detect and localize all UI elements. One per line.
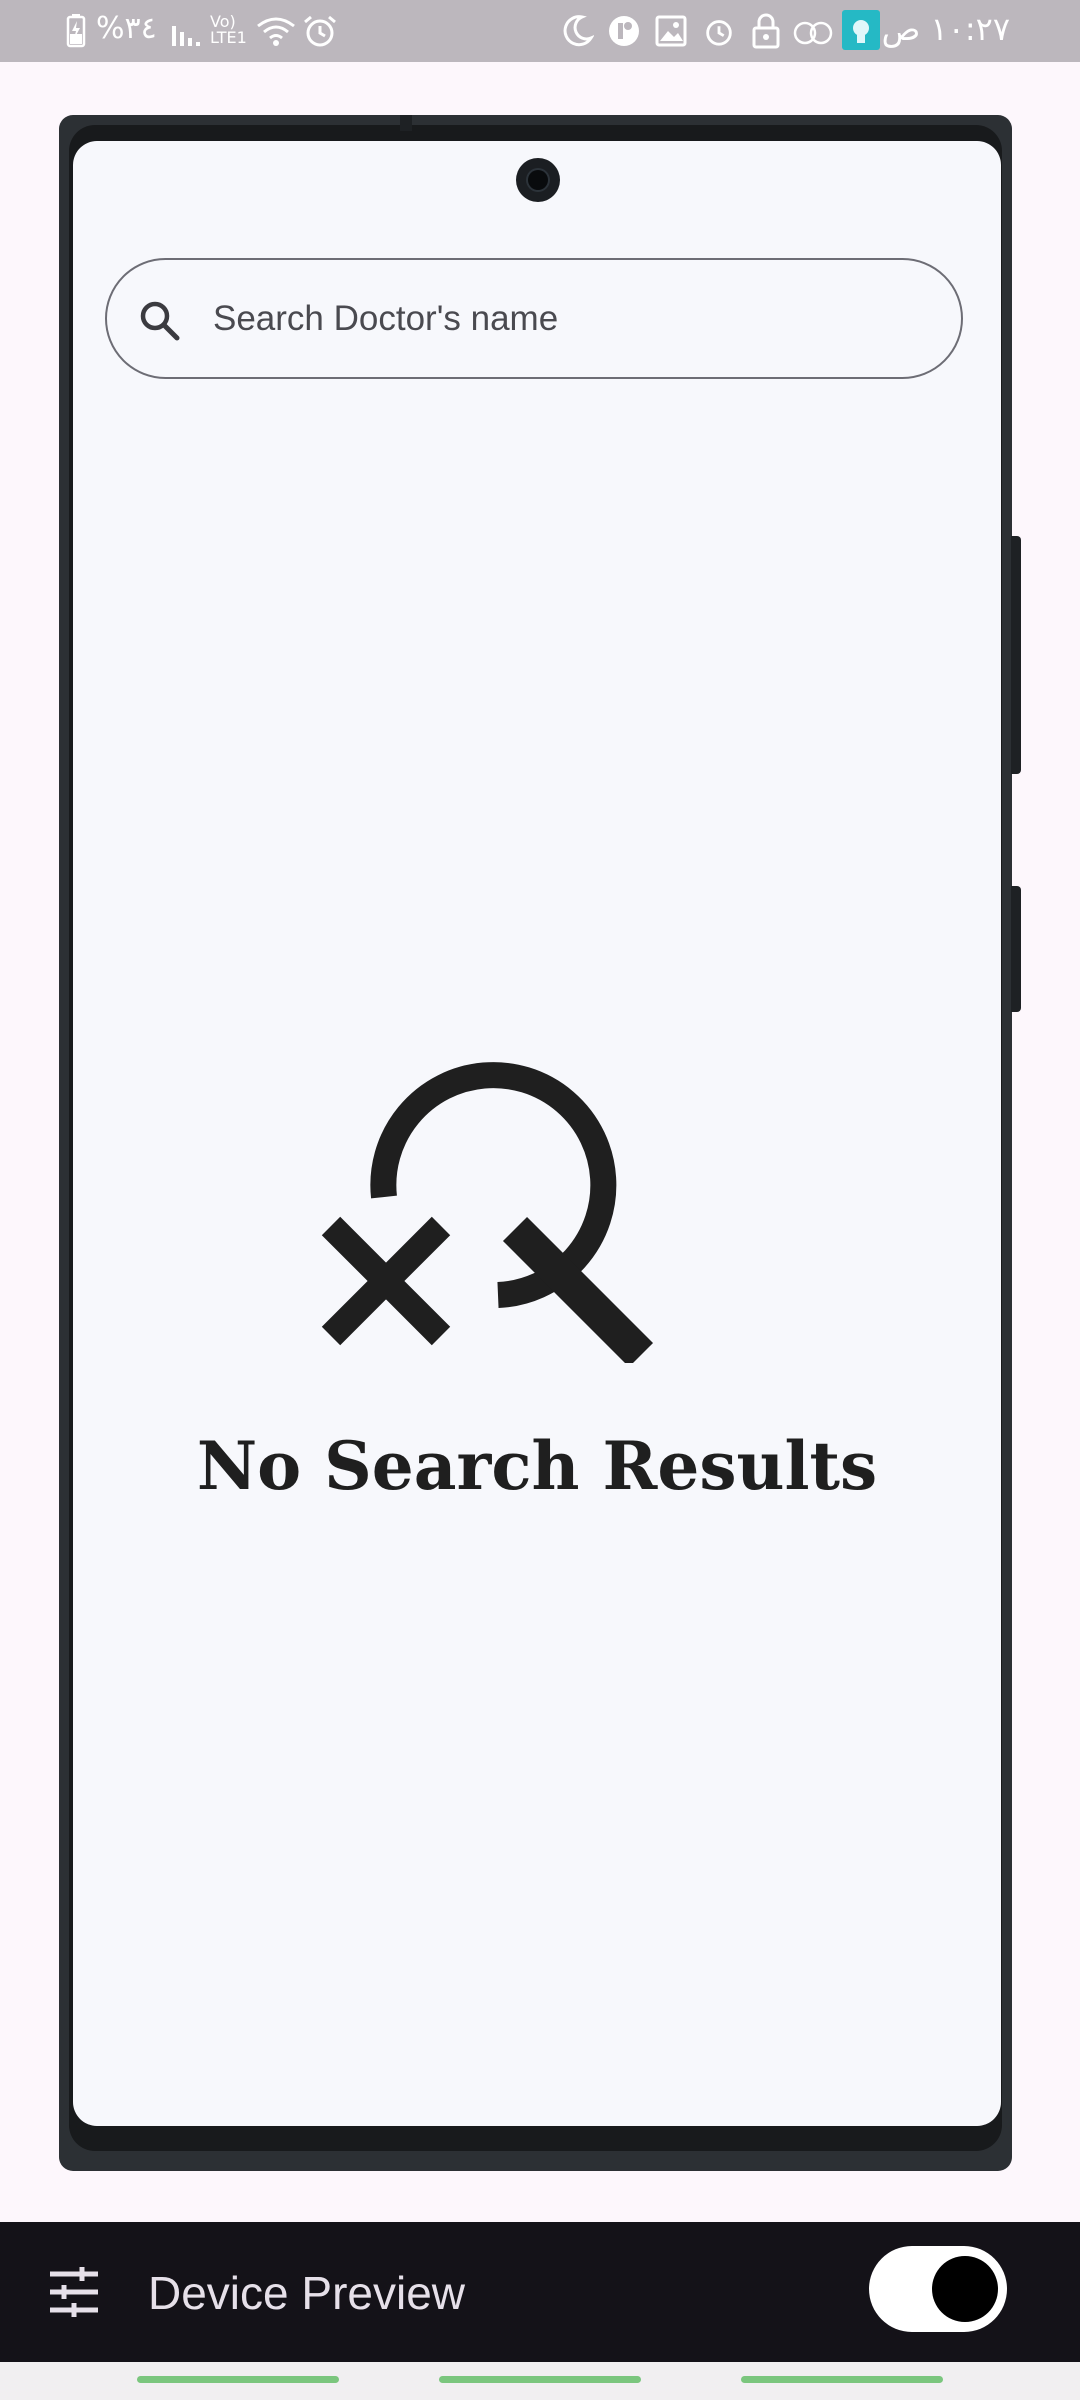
- search-field[interactable]: [105, 258, 963, 379]
- battery-icon: [66, 14, 86, 48]
- signal-icon: [172, 26, 200, 46]
- nav-pill-center[interactable]: [439, 2376, 641, 2383]
- status-time: ١٠:٢٧ ص: [881, 10, 1010, 48]
- lock-icon: [752, 13, 780, 49]
- search-icon: [140, 301, 180, 341]
- app-icon: [609, 16, 639, 46]
- device-preview-toggle[interactable]: [869, 2246, 1007, 2332]
- tune-icon[interactable]: [46, 2264, 102, 2320]
- image-icon: [655, 15, 687, 47]
- alarm-icon: [706, 20, 732, 46]
- moon-icon: [563, 15, 594, 47]
- search-input[interactable]: [213, 260, 933, 377]
- device-volume-button: [1011, 886, 1021, 1012]
- empty-state-title: No Search Results: [196, 1427, 878, 1505]
- app-badge-icon: [842, 10, 880, 50]
- device-preview-title: Device Preview: [148, 2267, 465, 2319]
- network-label: Vo) LTE1: [210, 12, 247, 47]
- battery-percent: %٣٤: [96, 11, 157, 46]
- app-root: %٣٤ Vo) LTE1 ١٠:٢٧ ص Search Doctor's nam…: [0, 0, 1080, 2400]
- navigation-bar: [0, 2362, 1080, 2400]
- toggle-knob: [932, 2256, 998, 2322]
- nav-pill-left[interactable]: [137, 2376, 339, 2383]
- data-saver-icon: [793, 21, 833, 45]
- status-bar: %٣٤ Vo) LTE1 ١٠:٢٧ ص: [0, 0, 1080, 62]
- search-off-icon: [321, 1062, 654, 1363]
- camera-hole: [516, 158, 560, 202]
- device-screen: No Search Results: [73, 141, 1001, 2126]
- nav-pill-right[interactable]: [741, 2376, 943, 2383]
- device-power-button: [1011, 536, 1021, 774]
- device-preview-toolbar: Device Preview: [0, 2222, 1080, 2362]
- device-top-button: [400, 115, 412, 131]
- wifi-icon: [257, 17, 295, 46]
- alarm-icon: [304, 15, 336, 47]
